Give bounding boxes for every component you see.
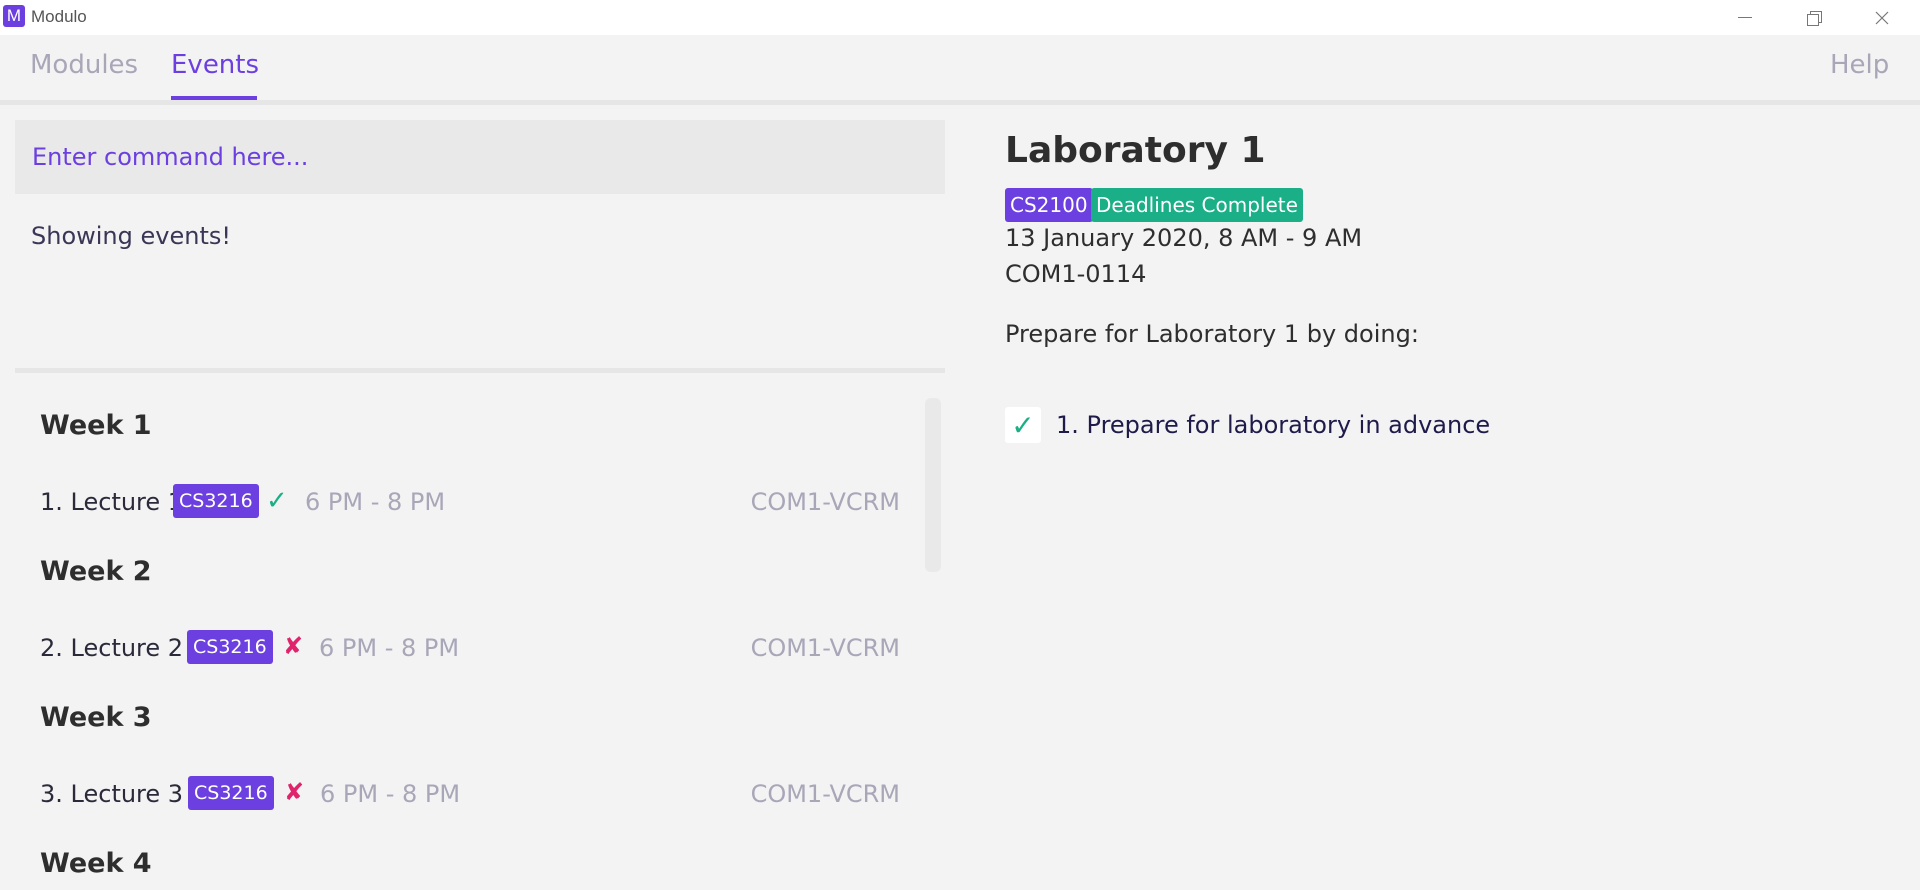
close-icon <box>1875 11 1889 24</box>
deadline-text: 1. Prepare for laboratory in advance <box>1056 411 1491 439</box>
week-title: Week 3 <box>40 702 152 733</box>
divider <box>15 368 945 373</box>
module-tag: CS2100 <box>1005 188 1093 222</box>
cross-icon: ✘ <box>284 778 305 806</box>
tab-modules[interactable]: Modules <box>30 50 138 80</box>
restore-button[interactable] <box>1783 0 1843 35</box>
week-title: Week 4 <box>40 848 152 879</box>
event-row[interactable]: 3. Lecture 3 CS3216 ✘ 6 PM - 8 PM COM1-V… <box>40 776 900 816</box>
week-title: Week 2 <box>40 556 152 587</box>
event-time: 6 PM - 8 PM <box>319 634 460 662</box>
title-bar: M Modulo <box>0 0 1920 35</box>
minimize-icon <box>1738 17 1752 18</box>
module-tag: CS3216 <box>187 630 273 664</box>
prepare-heading: Prepare for Laboratory 1 by doing: <box>1005 320 1419 348</box>
event-venue: COM1-VCRM <box>750 488 900 516</box>
status-badge: Deadlines Complete <box>1091 188 1303 222</box>
cross-icon: ✘ <box>283 632 304 660</box>
window-title: Modulo <box>31 7 87 26</box>
event-time: 6 PM - 8 PM <box>305 488 446 516</box>
event-row[interactable]: 1. Lecture 1 CS3216 ✓ 6 PM - 8 PM COM1-V… <box>40 484 900 524</box>
module-tag: CS3216 <box>188 776 274 810</box>
deadline-checkbox[interactable]: ✓ <box>1005 407 1041 443</box>
command-input[interactable] <box>15 120 945 194</box>
app-icon: M <box>3 5 25 27</box>
restore-icon <box>1806 10 1822 26</box>
deadline-item: ✓ 1. Prepare for laboratory in advance <box>1005 407 1605 447</box>
event-name: 3. Lecture 3 <box>40 780 184 808</box>
event-datetime: 13 January 2020, 8 AM - 9 AM <box>1005 224 1363 252</box>
tab-events[interactable]: Events <box>171 50 259 80</box>
week-title: Week 1 <box>40 410 152 441</box>
event-name: 1. Lecture 1 <box>40 488 184 516</box>
active-tab-indicator <box>171 96 257 100</box>
tab-bar: Modules Events Help <box>0 35 1920 105</box>
event-time: 6 PM - 8 PM <box>320 780 461 808</box>
event-venue: COM1-VCRM <box>750 634 900 662</box>
result-message: Showing events! <box>31 222 231 250</box>
event-venue: COM1-0114 <box>1005 260 1147 288</box>
scrollbar[interactable] <box>925 398 941 572</box>
check-icon: ✓ <box>266 486 288 516</box>
module-tag: CS3216 <box>173 484 259 518</box>
detail-tags: CS2100 Deadlines Complete <box>1005 188 1405 222</box>
close-button[interactable] <box>1852 0 1912 35</box>
event-row[interactable]: 2. Lecture 2 CS3216 ✘ 6 PM - 8 PM COM1-V… <box>40 630 900 670</box>
check-icon: ✓ <box>1011 408 1035 442</box>
event-venue: COM1-VCRM <box>750 780 900 808</box>
event-detail-title: Laboratory 1 <box>1005 130 1266 171</box>
minimize-button[interactable] <box>1715 0 1775 35</box>
help-menu[interactable]: Help <box>1830 50 1889 80</box>
event-name: 2. Lecture 2 <box>40 634 184 662</box>
